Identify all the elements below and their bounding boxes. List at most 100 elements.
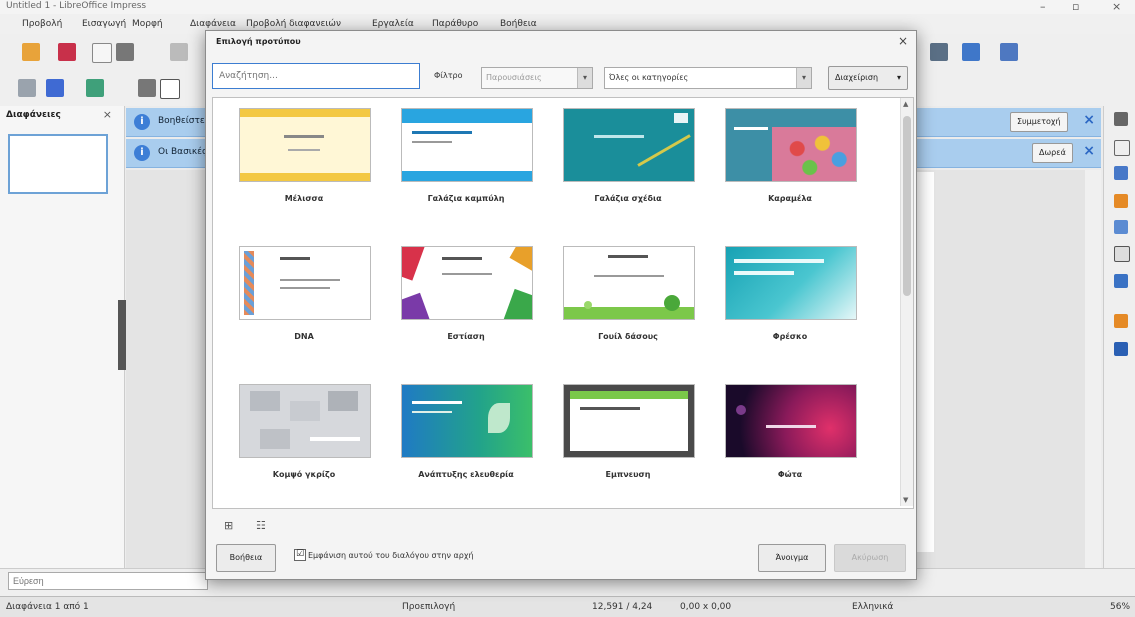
open-button[interactable]: Άνοιγμα (758, 544, 826, 572)
template-item[interactable]: Φρέσκο (725, 246, 865, 366)
status-bar: Διαφάνεια 1 από 1 Προεπιλογή 12,591 / 4,… (0, 596, 1135, 617)
styles-icon[interactable] (1114, 166, 1128, 180)
template-item[interactable]: Εστίαση (401, 246, 541, 366)
template-name: Γουίλ δάσους (598, 332, 658, 341)
find-input[interactable] (8, 572, 208, 590)
infobar-close-icon[interactable]: × (1083, 112, 1095, 128)
editor-vertical-scrollbar[interactable] (1085, 170, 1101, 568)
donate-button[interactable]: Δωρεά (1032, 143, 1073, 163)
object-size: 0,00 x 0,00 (680, 602, 732, 612)
line-color-icon[interactable] (46, 79, 64, 97)
zoom-icon[interactable] (18, 79, 36, 97)
template-thumbnail (563, 384, 695, 458)
fill-color-icon[interactable] (86, 79, 104, 97)
template-name: Φρέσκο (772, 332, 808, 341)
menu-help[interactable]: Βοήθεια (500, 19, 537, 29)
cut-icon[interactable] (170, 43, 188, 61)
template-item[interactable]: DNA (239, 246, 379, 366)
menu-slide[interactable]: Διαφάνεια (190, 19, 236, 29)
table-icon[interactable] (930, 43, 948, 61)
template-thumbnail (725, 246, 857, 320)
save-icon[interactable] (58, 43, 76, 61)
infobar-close-icon[interactable]: × (1083, 143, 1095, 159)
show-on-startup-label: Εμφάνιση αυτού του διαλόγου στην αρχή (308, 551, 474, 560)
animation-icon[interactable] (1114, 314, 1128, 328)
scroll-down-icon[interactable]: ▼ (903, 496, 908, 504)
window-title: Untitled 1 - LibreOffice Impress (6, 1, 147, 11)
template-item[interactable]: Γαλάζια καμπύλη (401, 108, 541, 228)
menu-window[interactable]: Παράθυρο (432, 19, 478, 29)
sidebar-menu-icon[interactable] (1114, 112, 1128, 126)
maximize-icon[interactable]: ▫ (1072, 0, 1079, 13)
gallery-scrollbar[interactable]: ▲ ▼ (900, 98, 913, 506)
slide-pane-title: Διαφάνειες (6, 110, 61, 120)
window-titlebar: Untitled 1 - LibreOffice Impress – ▫ × (0, 0, 1135, 14)
template-item[interactable]: Καραμέλα (725, 108, 865, 228)
menu-tools[interactable]: Εργαλεία (372, 19, 414, 29)
template-item[interactable]: Ανάπτυξης ελευθερία (401, 384, 541, 504)
template-thumbnail (401, 108, 533, 182)
menu-insert[interactable]: Εισαγωγή (82, 19, 126, 29)
menu-view[interactable]: Προβολή (22, 19, 62, 29)
cancel-button[interactable]: Ακύρωση (834, 544, 906, 572)
menu-slideshow[interactable]: Προβολή διαφανειών (246, 19, 341, 29)
menu-format[interactable]: Μορφή (132, 19, 163, 29)
slide-canvas[interactable] (915, 172, 934, 552)
template-dialog: Επιλογή προτύπου × Φίλτρο Παρουσιάσεις ▾… (205, 30, 917, 580)
template-item[interactable]: Κομψό γκρίζο (239, 384, 379, 504)
close-window-icon[interactable]: × (1112, 0, 1121, 13)
help-button[interactable]: Βοήθεια (216, 544, 276, 572)
template-item[interactable]: Εμπνευση (563, 384, 703, 504)
zoom-level[interactable]: 56% (1110, 602, 1130, 612)
transition-icon[interactable] (1114, 342, 1128, 356)
language[interactable]: Ελληνικά (852, 602, 893, 612)
master-slides-icon[interactable] (1114, 274, 1128, 288)
template-item[interactable]: Γαλάζια σχέδια (563, 108, 703, 228)
slide-thumbnail[interactable] (8, 134, 108, 194)
template-name: DNA (294, 332, 314, 341)
category-dropdown[interactable]: Όλες οι κατηγορίες ▾ (604, 67, 812, 89)
template-search-input[interactable] (212, 63, 420, 89)
category-value: Όλες οι κατηγορίες (609, 73, 689, 82)
open-folder-icon[interactable] (22, 43, 40, 61)
scrollbar-thumb[interactable] (903, 116, 911, 296)
export-pdf-icon[interactable] (92, 43, 112, 63)
print-icon[interactable] (116, 43, 134, 61)
scroll-up-icon[interactable]: ▲ (903, 100, 908, 108)
properties-icon[interactable] (1114, 140, 1130, 156)
template-thumbnail (725, 384, 857, 458)
template-item[interactable]: Φώτα (725, 384, 865, 504)
minimize-icon[interactable]: – (1040, 0, 1046, 13)
gallery-icon[interactable] (1114, 194, 1128, 208)
template-thumbnail (401, 384, 533, 458)
manage-button[interactable]: Διαχείριση ▾ (828, 66, 908, 90)
shapes-icon[interactable] (1114, 246, 1130, 262)
template-item[interactable]: Μέλισσα (239, 108, 379, 228)
show-on-startup-checkbox[interactable]: ☑ (294, 549, 306, 561)
rectangle-icon[interactable] (160, 79, 180, 99)
chart-icon[interactable] (1000, 43, 1018, 61)
slide-counter: Διαφάνεια 1 από 1 (6, 602, 89, 612)
line-icon[interactable] (138, 79, 156, 97)
template-name: Εστίαση (447, 332, 485, 341)
pane-collapse-handle[interactable] (118, 300, 126, 370)
template-name: Εμπνευση (605, 470, 651, 479)
image-icon[interactable] (962, 43, 980, 61)
thumbnail-view-icon[interactable]: ⊞ (224, 519, 233, 532)
template-name: Κομψό γκρίζο (272, 470, 336, 479)
list-view-icon[interactable]: ☷ (256, 519, 266, 532)
template-thumbnail (239, 246, 371, 320)
filter-dropdown[interactable]: Παρουσιάσεις ▾ (481, 67, 593, 89)
dialog-close-icon[interactable]: × (898, 34, 908, 48)
chevron-down-icon: ▾ (796, 68, 811, 88)
chevron-down-icon: ▾ (577, 68, 592, 88)
navigator-icon[interactable] (1114, 220, 1128, 234)
slide-pane-close-icon[interactable]: × (103, 108, 112, 121)
template-name: Καραμέλα (768, 194, 812, 203)
get-involved-button[interactable]: Συμμετοχή (1010, 112, 1068, 132)
template-thumbnail (563, 108, 695, 182)
template-name: Μέλισσα (284, 194, 324, 203)
template-name: Φώτα (777, 470, 803, 479)
template-item[interactable]: Γουίλ δάσους (563, 246, 703, 366)
manage-label: Διαχείριση (835, 73, 879, 82)
